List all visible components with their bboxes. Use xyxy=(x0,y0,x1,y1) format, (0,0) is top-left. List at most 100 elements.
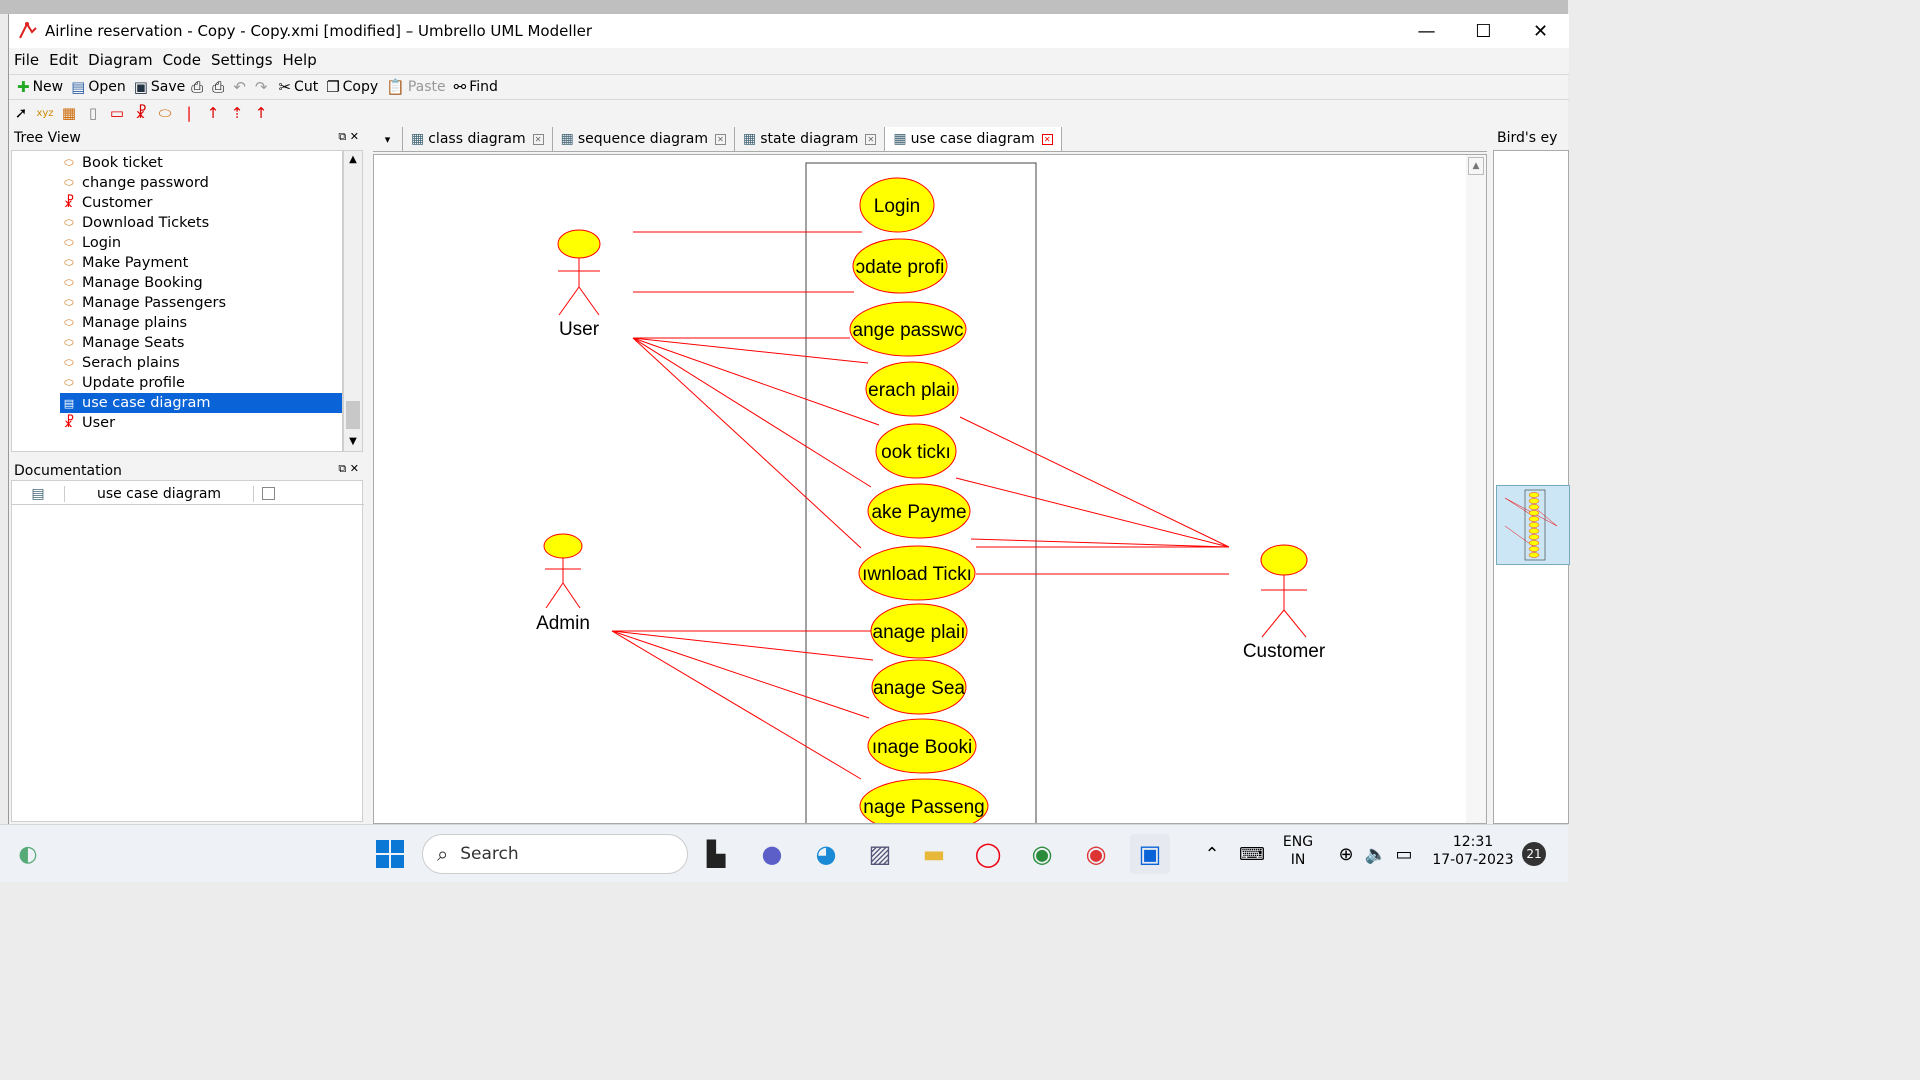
taskbar-search-box[interactable]: ⌕ Search xyxy=(422,834,688,874)
assoc-user-download[interactable] xyxy=(632,337,862,549)
close-tab-icon[interactable]: ✕ xyxy=(532,133,544,145)
menu-settings[interactable]: Settings xyxy=(206,51,278,69)
actor-customer[interactable] xyxy=(1260,544,1308,638)
open-folder-icon: ▤ xyxy=(71,78,86,96)
birds-eye-viewport[interactable] xyxy=(1496,485,1570,565)
documentation-dock-buttons[interactable]: ⧉ ✕ xyxy=(338,462,359,476)
assoc-customer-payment[interactable] xyxy=(970,538,1230,548)
file-app-icon[interactable]: ▨ xyxy=(860,834,900,874)
tree-item-user[interactable]: ☧ User xyxy=(60,413,116,433)
tab-use-case-diagram[interactable]: ▦ use case diagram ✕ xyxy=(885,127,1062,151)
menu-code[interactable]: Code xyxy=(158,51,206,69)
chrome-browser-icon[interactable]: ◉ xyxy=(1022,834,1062,874)
text-line-icon[interactable]: xyz xyxy=(33,102,57,124)
box-icon[interactable]: ▦ xyxy=(57,102,81,124)
scroll-down-icon[interactable]: ▼ xyxy=(344,433,362,451)
menu-edit[interactable]: Edit xyxy=(44,51,83,69)
weather-widget-icon[interactable]: ◐ xyxy=(8,834,48,874)
menu-help[interactable]: Help xyxy=(278,51,322,69)
close-tab-icon[interactable]: ✕ xyxy=(715,133,727,145)
canvas-scrollbar[interactable]: ▲ xyxy=(1466,155,1486,823)
tab-state-diagram[interactable]: ▦ state diagram ✕ xyxy=(735,127,886,151)
clock[interactable]: 12:31 17-07-2023 xyxy=(1428,833,1518,869)
paste-button[interactable]: 📋 Paste xyxy=(386,76,445,98)
documentation-body[interactable]: ▤ use case diagram xyxy=(11,480,364,822)
tree-item-book-ticket[interactable]: ⬭ Book ticket xyxy=(60,153,163,173)
assoc-customer-book[interactable] xyxy=(955,477,1230,548)
chrome-profile-icon[interactable]: ◉ xyxy=(1076,834,1116,874)
tab-class-diagram[interactable]: ▦ class diagram ✕ xyxy=(403,127,553,151)
rectangle-icon[interactable]: ▭ xyxy=(105,102,129,124)
menu-file[interactable]: File xyxy=(9,51,44,69)
redo-button[interactable]: ↷ xyxy=(255,76,271,98)
assoc-user-payment[interactable] xyxy=(632,337,872,488)
scroll-thumb[interactable] xyxy=(346,401,360,429)
cut-button[interactable]: ✂ Cut xyxy=(278,76,318,98)
minimize-button[interactable]: — xyxy=(1398,14,1455,48)
undo-button[interactable]: ↶ xyxy=(233,76,249,98)
chevron-up-icon[interactable]: ⌃ xyxy=(1192,834,1232,874)
close-tab-icon[interactable]: ✕ xyxy=(1041,133,1053,145)
language-indicator[interactable]: ENG IN xyxy=(1278,833,1318,869)
tree-item-download-tickets[interactable]: ⬭ Download Tickets xyxy=(60,213,209,233)
birds-eye-view[interactable] xyxy=(1493,150,1570,824)
assoc-admin-manage-passengers[interactable] xyxy=(611,630,862,780)
battery-icon[interactable]: ▭ xyxy=(1384,834,1424,874)
usecase-update-profile-label: ɔdate profi xyxy=(856,257,945,278)
actor-user[interactable] xyxy=(557,229,601,316)
file-explorer-icon[interactable]: ▬ xyxy=(914,834,954,874)
assoc-admin-manage-booking[interactable] xyxy=(611,630,870,719)
dependency-arrow-icon[interactable]: ↑ xyxy=(249,102,273,124)
diagram-canvas[interactable]: User Admin Customer Login ɔdate profi an… xyxy=(373,154,1487,824)
find-button[interactable]: ⚯ Find xyxy=(454,76,498,98)
teams-chat-icon[interactable]: ● xyxy=(752,834,792,874)
edge-browser-icon[interactable]: ◕ xyxy=(806,834,846,874)
close-tab-icon[interactable]: ✕ xyxy=(865,133,877,145)
tree-item-change-password[interactable]: ⬭ change password xyxy=(60,173,209,193)
actor-icon: ☧ xyxy=(63,195,75,211)
start-button[interactable] xyxy=(370,834,410,874)
note-icon[interactable]: ▯ xyxy=(81,102,105,124)
association-arrow-icon[interactable]: ↑ xyxy=(201,102,225,124)
task-view-icon[interactable]: ▙ xyxy=(696,834,736,874)
actor-admin[interactable] xyxy=(543,533,583,609)
tab-sequence-diagram[interactable]: ▦ sequence diagram ✕ xyxy=(552,127,736,151)
scroll-up-icon[interactable]: ▲ xyxy=(344,151,362,169)
tree-item-manage-seats[interactable]: ⬭ Manage Seats xyxy=(60,333,184,353)
opera-browser-icon[interactable]: ◯ xyxy=(968,834,1008,874)
notification-badge[interactable]: 21 xyxy=(1522,842,1546,866)
usecase-tool-icon[interactable]: ⬭ xyxy=(153,102,177,124)
new-button[interactable]: ✚ New xyxy=(17,76,63,98)
close-button[interactable]: ✕ xyxy=(1512,14,1569,48)
umbrello-taskbar-icon[interactable]: ▣ xyxy=(1130,834,1170,874)
print-preview-button[interactable]: ⎙ xyxy=(212,76,227,98)
keyboard-icon[interactable]: ⌨ xyxy=(1232,834,1272,874)
save-button[interactable]: ▣ Save xyxy=(134,76,186,98)
tree-item-customer[interactable]: ☧ Customer xyxy=(60,193,153,213)
canvas-scroll-up-icon[interactable]: ▲ xyxy=(1468,157,1484,175)
open-button[interactable]: ▤ Open xyxy=(71,76,126,98)
assoc-customer-search[interactable] xyxy=(959,416,1230,548)
documentation-checkbox[interactable] xyxy=(262,487,275,500)
print-icon: ⎙ xyxy=(191,78,204,96)
copy-button[interactable]: ❐ Copy xyxy=(326,76,378,98)
generalization-arrow-icon[interactable]: ⇡ xyxy=(225,102,249,124)
tree-item-manage-plains[interactable]: ⬭ Manage plains xyxy=(60,313,187,333)
select-arrow-icon[interactable]: ➚ xyxy=(9,102,33,124)
usecase-icon: ⬭ xyxy=(64,236,74,249)
actor-tool-icon[interactable]: ☧ xyxy=(129,102,153,124)
print-button[interactable]: ⎙ xyxy=(191,76,206,98)
tree-item-serach-plains[interactable]: ⬭ Serach plains xyxy=(60,353,179,373)
assoc-admin-manage-seats[interactable] xyxy=(611,630,874,661)
tree-item-manage-booking[interactable]: ⬭ Manage Booking xyxy=(60,273,202,293)
tree-item-manage-passengers[interactable]: ⬭ Manage Passengers xyxy=(60,293,226,313)
maximize-button[interactable]: ☐ xyxy=(1455,14,1512,48)
new-diagram-tab-button[interactable]: ▾ xyxy=(373,127,403,151)
tree-item-login[interactable]: ⬭ Login xyxy=(60,233,121,253)
tree-item-use-case-diagram[interactable]: ▤ use case diagram xyxy=(60,393,342,413)
tree-item-make-payment[interactable]: ⬭ Make Payment xyxy=(60,253,188,273)
menu-diagram[interactable]: Diagram xyxy=(83,51,157,69)
tree-item-update-profile[interactable]: ⬭ Update profile xyxy=(60,373,185,393)
tree-scrollbar[interactable]: ▲ ▼ xyxy=(343,150,363,452)
tree-view-dock-buttons[interactable]: ⧉ ✕ xyxy=(338,130,359,144)
